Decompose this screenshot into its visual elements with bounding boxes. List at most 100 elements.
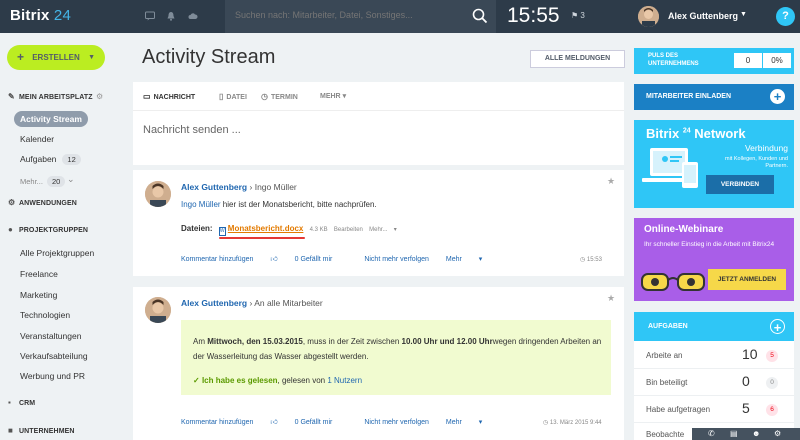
post-recipient[interactable]: › Ingo Müller [250, 182, 297, 192]
chevron-down-icon: ▾ [342, 93, 347, 100]
network-widget: Bitrix 24 Network Verbindung mit Kollege… [634, 120, 794, 208]
post-time: ◷ 15:53 [580, 257, 602, 263]
webinar-description: Ihr schneller Einstieg in die Arbeit mit… [644, 241, 775, 248]
sidebar-item-group[interactable]: Veranstaltungen [20, 331, 81, 341]
post-composer: ▭ NACHRICHT ▯ DATEI ◷ TERMIN MEHR ▾ Nachric… [133, 82, 624, 165]
add-task-button[interactable]: + [770, 319, 785, 335]
comment-link[interactable]: Kommentar hinzufügen [181, 419, 253, 426]
read-confirm-link[interactable]: Ich habe es gelesen [202, 376, 278, 385]
connect-button[interactable]: VERBINDEN [706, 175, 774, 194]
pulse-label: PULS DES UNTERNEHMENS [648, 53, 699, 67]
chat-icon[interactable] [145, 11, 155, 21]
tab-more[interactable]: MEHR ▾ [320, 92, 346, 100]
task-row[interactable]: Habe aufgetragen 5 6 [634, 396, 794, 423]
tab-event[interactable]: ◷ TERMIN [261, 92, 298, 101]
section-company[interactable]: ■ UNTERNEHMEN [8, 426, 75, 435]
thumbs-up-icon: 👍︎ [270, 256, 278, 263]
section-apps[interactable]: ⚙ ANWENDUNGEN [8, 198, 77, 207]
post-author[interactable]: Alex Guttenberg › Ingo Müller [181, 182, 297, 192]
sidebar-item-group[interactable]: Verkaufsabteilung [20, 351, 88, 361]
author-avatar[interactable] [145, 297, 171, 323]
sidebar-item-activity-stream[interactable]: Activity Stream [14, 111, 88, 127]
invite-employees-widget[interactable]: MITARBEITER EINLADEN + [634, 84, 794, 110]
user-name[interactable]: Alex Guttenberg [668, 11, 738, 21]
important-message-text: Am Mittwoch, den 15.03.2015, muss in der… [193, 337, 602, 361]
webinar-title: Online-Webinare [644, 224, 724, 235]
search-icon[interactable] [472, 8, 488, 24]
section-workspace[interactable]: ✎ MEIN ARBEITSPLATZ [8, 92, 93, 101]
tab-message[interactable]: ▭ NACHRICHT [143, 92, 195, 101]
tab-file[interactable]: ▯ DATEI [219, 92, 247, 101]
user-menu-caret-icon[interactable]: ▼ [740, 11, 747, 18]
sidebar-item-group[interactable]: Freelance [20, 269, 58, 279]
file-more-link[interactable]: Mehr... [369, 227, 387, 233]
more-link[interactable]: Mehr ▾ [446, 256, 482, 263]
attachments: Dateien: W Monatsbericht.docx 4.3 KB Bear… [181, 224, 397, 236]
contacts-icon[interactable]: ☻ [752, 429, 760, 438]
feed-post: Alex Guttenberg › Ingo Müller ★ Ingo Mül… [133, 170, 624, 276]
author-avatar[interactable] [145, 181, 171, 207]
sidebar-item-tasks[interactable]: Aufgaben 12 [20, 154, 81, 165]
register-now-button[interactable]: JETZT ANMELDEN [708, 269, 786, 290]
user-avatar[interactable] [638, 6, 659, 27]
star-icon[interactable]: ★ [607, 176, 615, 187]
bell-icon[interactable] [166, 11, 176, 21]
thumbs-up-icon: 👍︎ [270, 419, 278, 426]
unfollow-link[interactable]: Nicht mehr verfolgen [364, 419, 429, 426]
message-input[interactable]: Nachricht senden ... [143, 124, 241, 136]
sidebar-item-group[interactable]: Werbung und PR [20, 371, 85, 381]
chevron-down-icon: ▾ [393, 227, 397, 233]
task-row[interactable]: Bin beteiligt 0 0 [634, 369, 794, 396]
unfollow-link[interactable]: Nicht mehr verfolgen [364, 256, 429, 263]
filter-dropdown[interactable]: ALLE MELDUNGEN [530, 50, 625, 68]
add-user-button[interactable]: + [770, 89, 785, 104]
clock-icon: ◷ [580, 257, 586, 263]
section-projects[interactable]: ● PROJEKTGRUPPEN [8, 225, 88, 234]
star-icon[interactable]: ★ [607, 293, 615, 304]
settings-icon[interactable]: ⚙ [774, 429, 781, 438]
avatar-image [638, 6, 659, 27]
like-link[interactable]: 👍︎ 0 Gefällt mir [270, 256, 347, 263]
comment-link[interactable]: Kommentar hinzufügen [181, 256, 253, 263]
file-size: 4.3 KB [309, 227, 328, 233]
webinar-widget: Online-Webinare Ihr schneller Einstieg i… [634, 218, 794, 301]
sidebar-item-calendar[interactable]: Kalender [20, 134, 54, 144]
logo[interactable]: Bitrix 24 [10, 7, 71, 24]
chevron-down-icon[interactable]: ⌄ [67, 174, 75, 185]
mention-link[interactable]: Ingo Müller [181, 200, 221, 209]
messenger-bar[interactable]: ✆ ▤ ☻ ⚙ [692, 428, 800, 440]
readers-link[interactable]: 1 Nutzern [327, 376, 362, 385]
task-row[interactable]: Arbeite an 10 5 [634, 342, 794, 369]
flag-counter[interactable]: ⚑ 3 [571, 11, 585, 20]
sidebar-item-more[interactable]: Mehr... 20 [20, 176, 66, 187]
network-description: mit Kollegen, Kunden und Partnern. [725, 156, 788, 169]
file-icon: ▯ [219, 92, 224, 101]
company-pulse-widget[interactable]: PULS DES UNTERNEHMENS 0 0% [634, 48, 794, 74]
post-actions: Kommentar hinzufügen 👍︎ 0 Gefällt mir Ni… [181, 417, 497, 426]
phone-icon[interactable]: ✆ [708, 429, 715, 438]
file-edit-link[interactable]: Bearbeiten [334, 227, 363, 233]
clock[interactable]: 15:55 [507, 4, 560, 28]
like-link[interactable]: 👍︎ 0 Gefällt mir [270, 419, 347, 426]
clock-icon: ◷ [261, 92, 268, 101]
logo-word: Bitrix [10, 7, 50, 24]
avatar-image [145, 181, 171, 207]
help-button[interactable]: ? [776, 7, 795, 26]
create-button[interactable]: + ERSTELLEN ▼ [7, 45, 105, 70]
search-box[interactable] [225, 0, 496, 33]
more-link[interactable]: Mehr ▾ [446, 419, 482, 426]
post-recipient[interactable]: › An alle Mitarbeiter [250, 298, 323, 308]
top-header: Bitrix 24 15:55 ⚑ 3 Alex Guttenberg ▼ ? [0, 0, 800, 33]
attachment-link[interactable]: Monatsbericht.docx [228, 224, 304, 233]
search-input[interactable] [235, 10, 470, 20]
post-author[interactable]: Alex Guttenberg › An alle Mitarbeiter [181, 298, 323, 308]
chat-icon[interactable]: ▤ [730, 429, 738, 438]
tasks-count-badge: 12 [62, 154, 81, 165]
gear-icon[interactable]: ⚙ [96, 92, 103, 101]
sidebar-item-group[interactable]: Marketing [20, 290, 57, 300]
cloud-icon[interactable] [188, 11, 198, 21]
create-label: ERSTELLEN [32, 53, 80, 62]
sidebar-item-group[interactable]: Alle Projektgruppen [20, 248, 94, 258]
sidebar-item-group[interactable]: Technologien [20, 310, 70, 320]
section-crm[interactable]: ▪ CRM [8, 398, 35, 407]
